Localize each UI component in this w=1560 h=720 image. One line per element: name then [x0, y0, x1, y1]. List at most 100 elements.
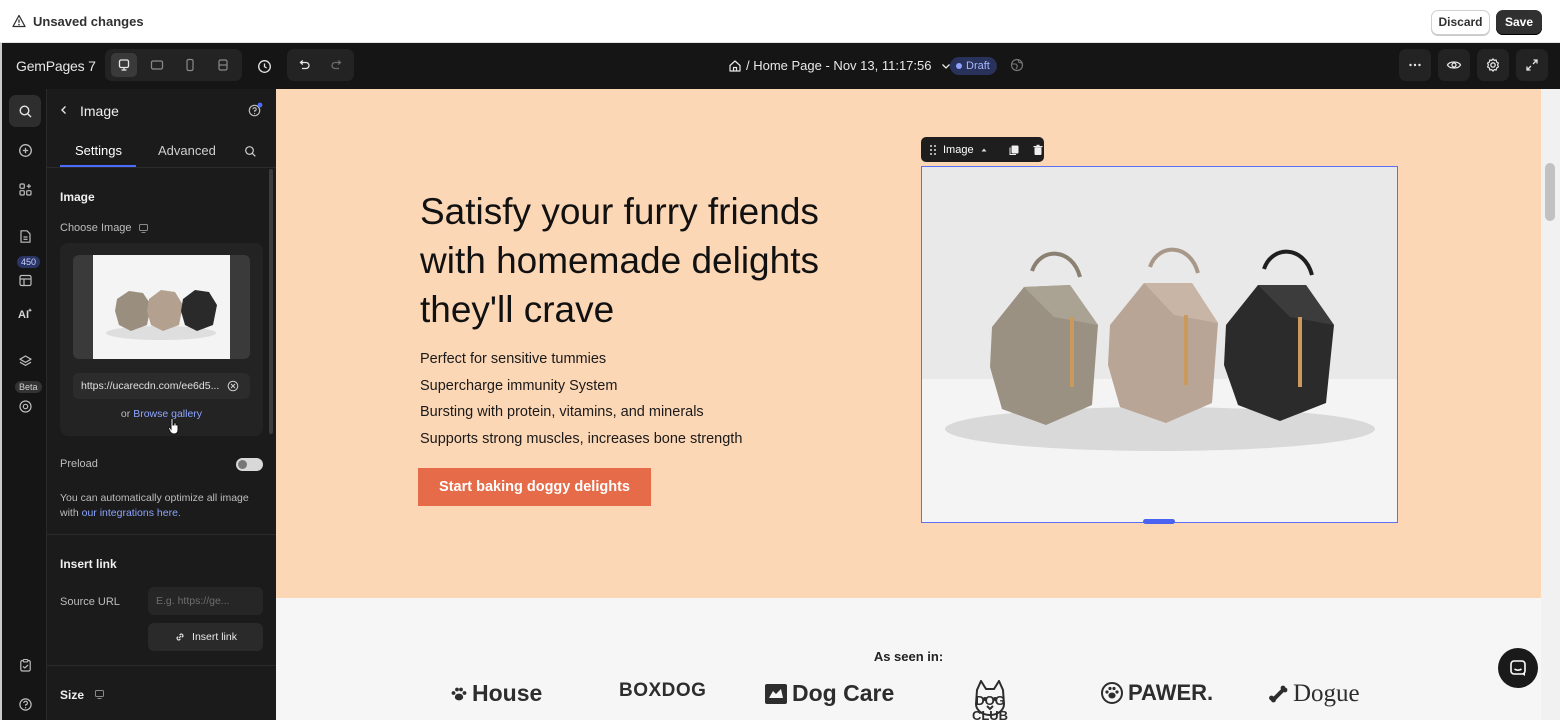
clear-url-button[interactable]: [227, 380, 239, 392]
logo-dog-club-text: DOG CLUB: [971, 693, 1009, 720]
image-thumbnail[interactable]: [73, 255, 250, 359]
rail-ai[interactable]: AI: [9, 297, 41, 329]
clipboard-icon: [19, 658, 31, 672]
panel-scrollbar[interactable]: [269, 169, 273, 434]
more-options-button[interactable]: [1399, 49, 1431, 81]
rail-help[interactable]: [9, 688, 41, 720]
rail-templates[interactable]: [9, 259, 41, 291]
benefit-item[interactable]: Bursting with protein, vitamins, and min…: [420, 404, 742, 431]
settings-search-button[interactable]: [242, 143, 258, 159]
eye-icon: [1446, 61, 1462, 69]
source-url-input[interactable]: E.g. https://ge...: [148, 587, 263, 615]
image-url-field[interactable]: https://ucarecdn.com/ee6d5...: [73, 373, 250, 399]
resize-handle[interactable]: [1143, 519, 1175, 524]
settings-button[interactable]: [1477, 49, 1509, 81]
unsaved-changes-bar: Unsaved changes Discard Save: [0, 0, 1560, 43]
layers-icon: [18, 354, 32, 366]
rail-add-element[interactable]: [9, 134, 41, 166]
logo-dogue-text: Dogue: [1293, 680, 1360, 707]
rail-analytics[interactable]: [9, 385, 41, 417]
link-icon: [176, 633, 184, 641]
chat-icon: [1510, 660, 1526, 676]
dog-box-icon: [765, 683, 787, 704]
history-button[interactable]: [254, 56, 274, 76]
handbags-photo: [922, 167, 1397, 522]
benefit-item[interactable]: Perfect for sensitive tummies: [420, 351, 742, 378]
panel-title: Image: [80, 103, 119, 119]
image-picker: https://ucarecdn.com/ee6d5... or Browse …: [60, 243, 263, 436]
tablet-landscape-icon: [150, 60, 164, 70]
browse-prefix: or: [120, 408, 131, 420]
rail-tasks[interactable]: [9, 649, 41, 681]
device-switcher: [105, 49, 242, 81]
back-button[interactable]: [57, 103, 71, 117]
tablet-landscape-view-button[interactable]: [144, 53, 170, 77]
editor-toolbar: GemPages 7 / Home Page - Nov 13, 11:17:5…: [0, 43, 1560, 89]
page-breadcrumb: / Home Page - Nov 13, 11:17:56: [746, 58, 932, 73]
chat-launcher-button[interactable]: [1498, 648, 1538, 688]
close-circle-icon: [227, 380, 239, 392]
insert-link-section-title: Insert link: [60, 557, 117, 571]
logo-dog-care-text: Dog Care: [792, 680, 895, 706]
resize-icon: [218, 59, 228, 71]
rail-layers[interactable]: [9, 345, 41, 377]
rail-pages[interactable]: [9, 220, 41, 252]
preload-toggle[interactable]: [236, 458, 263, 471]
unsaved-label: Unsaved changes: [33, 14, 144, 29]
selection-toolbar: Image: [921, 137, 1044, 162]
caret-up-icon[interactable]: [980, 146, 988, 154]
help-notification-icon: [248, 102, 263, 117]
custom-width-view-button[interactable]: [210, 53, 236, 77]
preview-button[interactable]: [1438, 49, 1470, 81]
discard-button[interactable]: Discard: [1431, 10, 1490, 35]
canvas-scrollbar[interactable]: [1541, 89, 1560, 720]
image-url-value: https://ucarecdn.com/ee6d5...: [81, 380, 220, 392]
desktop-icon: [118, 59, 130, 71]
undo-button[interactable]: [294, 55, 314, 75]
selection-label[interactable]: Image: [943, 144, 974, 156]
warning-icon: [12, 14, 26, 28]
fullscreen-button[interactable]: [1516, 49, 1548, 81]
draft-status-label: Draft: [966, 60, 990, 72]
tab-settings[interactable]: Settings: [75, 143, 122, 158]
target-icon: [18, 399, 32, 413]
search-icon: [244, 145, 256, 157]
page-selector[interactable]: / Home Page - Nov 13, 11:17:56: [728, 58, 953, 73]
insert-link-button[interactable]: Insert link: [148, 623, 263, 651]
selected-image[interactable]: [921, 166, 1398, 523]
benefit-item[interactable]: Supercharge immunity System: [420, 378, 742, 405]
as-seen-in-heading: As seen in:: [873, 649, 944, 664]
mouse-pointer-icon: [167, 417, 181, 435]
canvas-scrollbar-thumb[interactable]: [1545, 163, 1555, 221]
element-help-button[interactable]: [246, 101, 264, 119]
source-url-label: Source URL: [60, 596, 120, 608]
undo-icon: [299, 60, 310, 70]
cta-button[interactable]: Start baking doggy delights: [418, 468, 651, 506]
desktop-view-button[interactable]: [111, 53, 137, 77]
status-dot: [956, 63, 962, 69]
choose-image-label: Choose Image: [60, 222, 132, 234]
rail-search[interactable]: [9, 95, 41, 127]
as-seen-in-section: As seen in: House BOXDOG Dog Care DOG CL…: [276, 598, 1541, 720]
mobile-icon: [186, 58, 194, 72]
benefit-item[interactable]: Supports strong muscles, increases bone …: [420, 431, 742, 458]
section-divider: [47, 534, 276, 535]
mobile-view-button[interactable]: [177, 53, 203, 77]
drag-handle-icon[interactable]: [929, 144, 937, 156]
rail-apps[interactable]: [9, 173, 41, 205]
preload-label: Preload: [60, 458, 98, 470]
tab-advanced[interactable]: Advanced: [158, 143, 216, 158]
hero-headline[interactable]: Satisfy your furry friends with homemade…: [420, 187, 860, 334]
redo-button[interactable]: [327, 55, 347, 75]
tabs-divider: [47, 167, 276, 168]
gear-icon: [1487, 58, 1499, 72]
search-icon: [18, 104, 31, 117]
publish-globe-button[interactable]: [1008, 56, 1026, 74]
trash-icon[interactable]: [1032, 144, 1044, 156]
integrations-link[interactable]: our integrations here.: [82, 507, 181, 519]
home-icon: [729, 59, 741, 72]
device-desktop-icon: [93, 688, 105, 700]
save-button[interactable]: Save: [1496, 10, 1542, 35]
hero-section[interactable]: Satisfy your furry friends with homemade…: [276, 89, 1541, 598]
duplicate-icon[interactable]: [1008, 144, 1020, 156]
